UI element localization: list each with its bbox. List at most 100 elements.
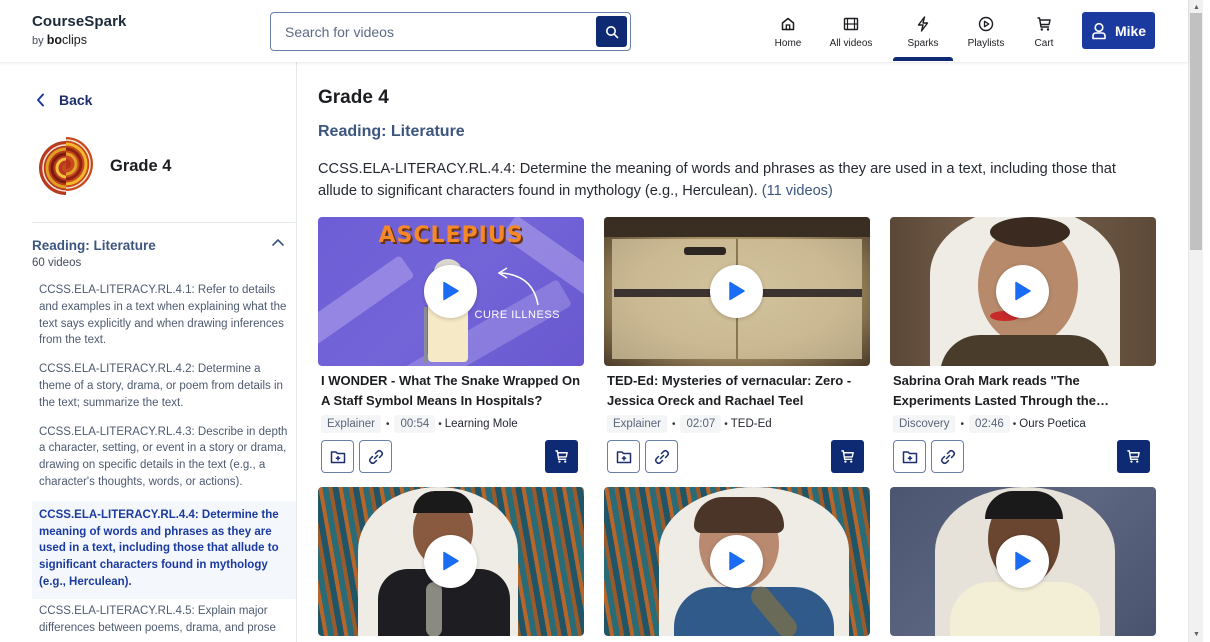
back-button[interactable]: Back bbox=[36, 92, 92, 108]
home-icon bbox=[781, 17, 795, 31]
play-button[interactable] bbox=[996, 264, 1049, 318]
search-button[interactable] bbox=[596, 16, 627, 47]
play-button[interactable] bbox=[710, 264, 763, 318]
copy-link-button[interactable] bbox=[931, 440, 964, 473]
grade-swirl-logo bbox=[39, 137, 93, 195]
play-circle-icon bbox=[978, 16, 994, 32]
nav-home-label: Home bbox=[774, 38, 802, 49]
standard-item-rl-4-2[interactable]: CCSS.ELA-LITERACY.RL.4.2: Determine a th… bbox=[32, 357, 296, 419]
video-thumbnail[interactable] bbox=[604, 487, 870, 636]
user-menu-button[interactable]: Mike bbox=[1082, 12, 1155, 49]
copy-link-button[interactable] bbox=[359, 440, 392, 473]
scroll-up-arrow-icon[interactable]: ▲ bbox=[1189, 1, 1204, 13]
sidebar: Back Grade 4 Reading: Literature 60 vide… bbox=[0, 62, 297, 642]
lightning-icon bbox=[917, 16, 929, 32]
section-title: Reading: Literature bbox=[32, 238, 156, 253]
video-title[interactable]: I WONDER - What The Snake Wrapped On A S… bbox=[321, 371, 581, 411]
cart-icon bbox=[841, 450, 854, 463]
user-icon bbox=[1092, 22, 1106, 39]
video-thumbnail[interactable] bbox=[890, 487, 1156, 636]
video-card bbox=[318, 487, 584, 636]
cart-icon bbox=[1127, 450, 1140, 463]
video-meta: Explainer • 02:07 • TED-Ed bbox=[607, 413, 867, 435]
standard-item-rl-4-3[interactable]: CCSS.ELA-LITERACY.RL.4.3: Describe in de… bbox=[32, 420, 296, 499]
nav-all-videos[interactable]: All videos bbox=[816, 0, 886, 62]
add-to-playlist-button[interactable] bbox=[321, 440, 354, 473]
section-video-count: 60 videos bbox=[32, 257, 82, 269]
chevron-left-icon bbox=[37, 93, 44, 107]
scroll-thumb[interactable] bbox=[1190, 13, 1202, 250]
video-title[interactable]: Sabrina Orah Mark reads "The Experiments… bbox=[893, 371, 1153, 411]
scroll-down-arrow-icon[interactable]: ▼ bbox=[1189, 628, 1204, 640]
play-icon bbox=[1014, 281, 1031, 301]
play-button[interactable] bbox=[424, 264, 477, 318]
video-thumbnail[interactable]: ASCLEPIUS CURE ILLNESS bbox=[318, 217, 584, 366]
standard-item-rl-4-1[interactable]: CCSS.ELA-LITERACY.RL.4.1: Refer to detai… bbox=[32, 278, 296, 357]
chevron-up-icon[interactable] bbox=[271, 238, 285, 247]
nav-cart[interactable]: Cart bbox=[1019, 0, 1069, 62]
play-icon bbox=[1014, 551, 1031, 571]
nav-sparks-label: Sparks bbox=[907, 38, 939, 49]
cart-icon bbox=[555, 450, 568, 463]
video-channel: TED-Ed bbox=[730, 418, 772, 430]
sidebar-grade-title: Grade 4 bbox=[110, 157, 172, 175]
link-icon bbox=[654, 449, 669, 464]
nav-sparks[interactable]: Sparks bbox=[893, 0, 953, 62]
logo-brand-light: clips bbox=[61, 33, 87, 47]
video-meta: Discovery • 02:46 • Ours Poetica bbox=[893, 413, 1153, 435]
play-button[interactable] bbox=[996, 534, 1049, 588]
copy-link-button[interactable] bbox=[645, 440, 678, 473]
play-button[interactable] bbox=[424, 534, 477, 588]
logo-subtitle: by boclips bbox=[32, 33, 126, 47]
video-card: Sabrina Orah Mark reads "The Experiments… bbox=[890, 217, 1156, 474]
play-icon bbox=[442, 281, 459, 301]
add-to-playlist-button[interactable] bbox=[893, 440, 926, 473]
standard-description-text: CCSS.ELA-LITERACY.RL.4.4: Determine the … bbox=[318, 161, 1116, 199]
standard-item-rl-4-5[interactable]: CCSS.ELA-LITERACY.RL.4.5: Explain major … bbox=[32, 599, 296, 642]
cart-icon bbox=[1037, 17, 1051, 31]
sidebar-divider bbox=[32, 222, 296, 223]
top-header: CourseSpark by boclips Home All videos S… bbox=[0, 0, 1188, 62]
video-duration-badge: 00:54 bbox=[394, 415, 436, 433]
logo[interactable]: CourseSpark by boclips bbox=[32, 13, 126, 47]
video-thumbnail[interactable] bbox=[318, 487, 584, 636]
search-input[interactable] bbox=[271, 13, 591, 50]
video-thumbnail[interactable] bbox=[604, 217, 870, 366]
video-card: ASCLEPIUS CURE ILLNESS I WONDER - What T… bbox=[318, 217, 584, 474]
nav-all-videos-label: All videos bbox=[829, 38, 873, 49]
section-toggle-reading-literature[interactable]: Reading: Literature 60 videos bbox=[32, 238, 287, 269]
video-card bbox=[604, 487, 870, 636]
logo-title: CourseSpark bbox=[32, 13, 127, 30]
play-button[interactable] bbox=[710, 534, 763, 588]
thumbnail-note-text: CURE ILLNESS bbox=[474, 309, 560, 321]
add-to-cart-button[interactable] bbox=[1117, 440, 1150, 473]
video-title[interactable]: TED-Ed: Mysteries of vernacular: Zero - … bbox=[607, 371, 867, 411]
add-to-cart-button[interactable] bbox=[831, 440, 864, 473]
nav-playlists[interactable]: Playlists bbox=[953, 0, 1019, 62]
link-icon bbox=[940, 449, 955, 464]
video-count-link[interactable]: (11 videos) bbox=[762, 183, 833, 199]
search-icon bbox=[605, 25, 618, 38]
folder-plus-icon bbox=[616, 450, 631, 463]
nav-playlists-label: Playlists bbox=[967, 38, 1005, 49]
video-duration-badge: 02:07 bbox=[680, 415, 722, 433]
film-icon bbox=[843, 17, 859, 31]
add-to-cart-button[interactable] bbox=[545, 440, 578, 473]
back-label: Back bbox=[59, 92, 93, 108]
video-thumbnail[interactable] bbox=[890, 217, 1156, 366]
nav-home[interactable]: Home bbox=[760, 0, 816, 62]
play-icon bbox=[728, 551, 745, 571]
add-to-playlist-button[interactable] bbox=[607, 440, 640, 473]
main-nav: Home All videos Sparks Playlists Cart bbox=[760, 0, 1069, 62]
folder-plus-icon bbox=[902, 450, 917, 463]
play-icon bbox=[728, 281, 745, 301]
logo-brand-bold: bo bbox=[46, 33, 62, 47]
standards-list: CCSS.ELA-LITERACY.RL.4.1: Refer to detai… bbox=[32, 278, 296, 642]
video-type-badge: Explainer bbox=[321, 415, 381, 433]
page-scrollbar[interactable]: ▲ ▼ bbox=[1188, 0, 1203, 642]
video-card bbox=[890, 487, 1156, 636]
standard-item-rl-4-4[interactable]: CCSS.ELA-LITERACY.RL.4.4: Determine the … bbox=[32, 500, 296, 599]
page-title: Grade 4 bbox=[318, 87, 389, 108]
video-channel: Ours Poetica bbox=[1019, 418, 1086, 430]
link-icon bbox=[368, 449, 383, 464]
